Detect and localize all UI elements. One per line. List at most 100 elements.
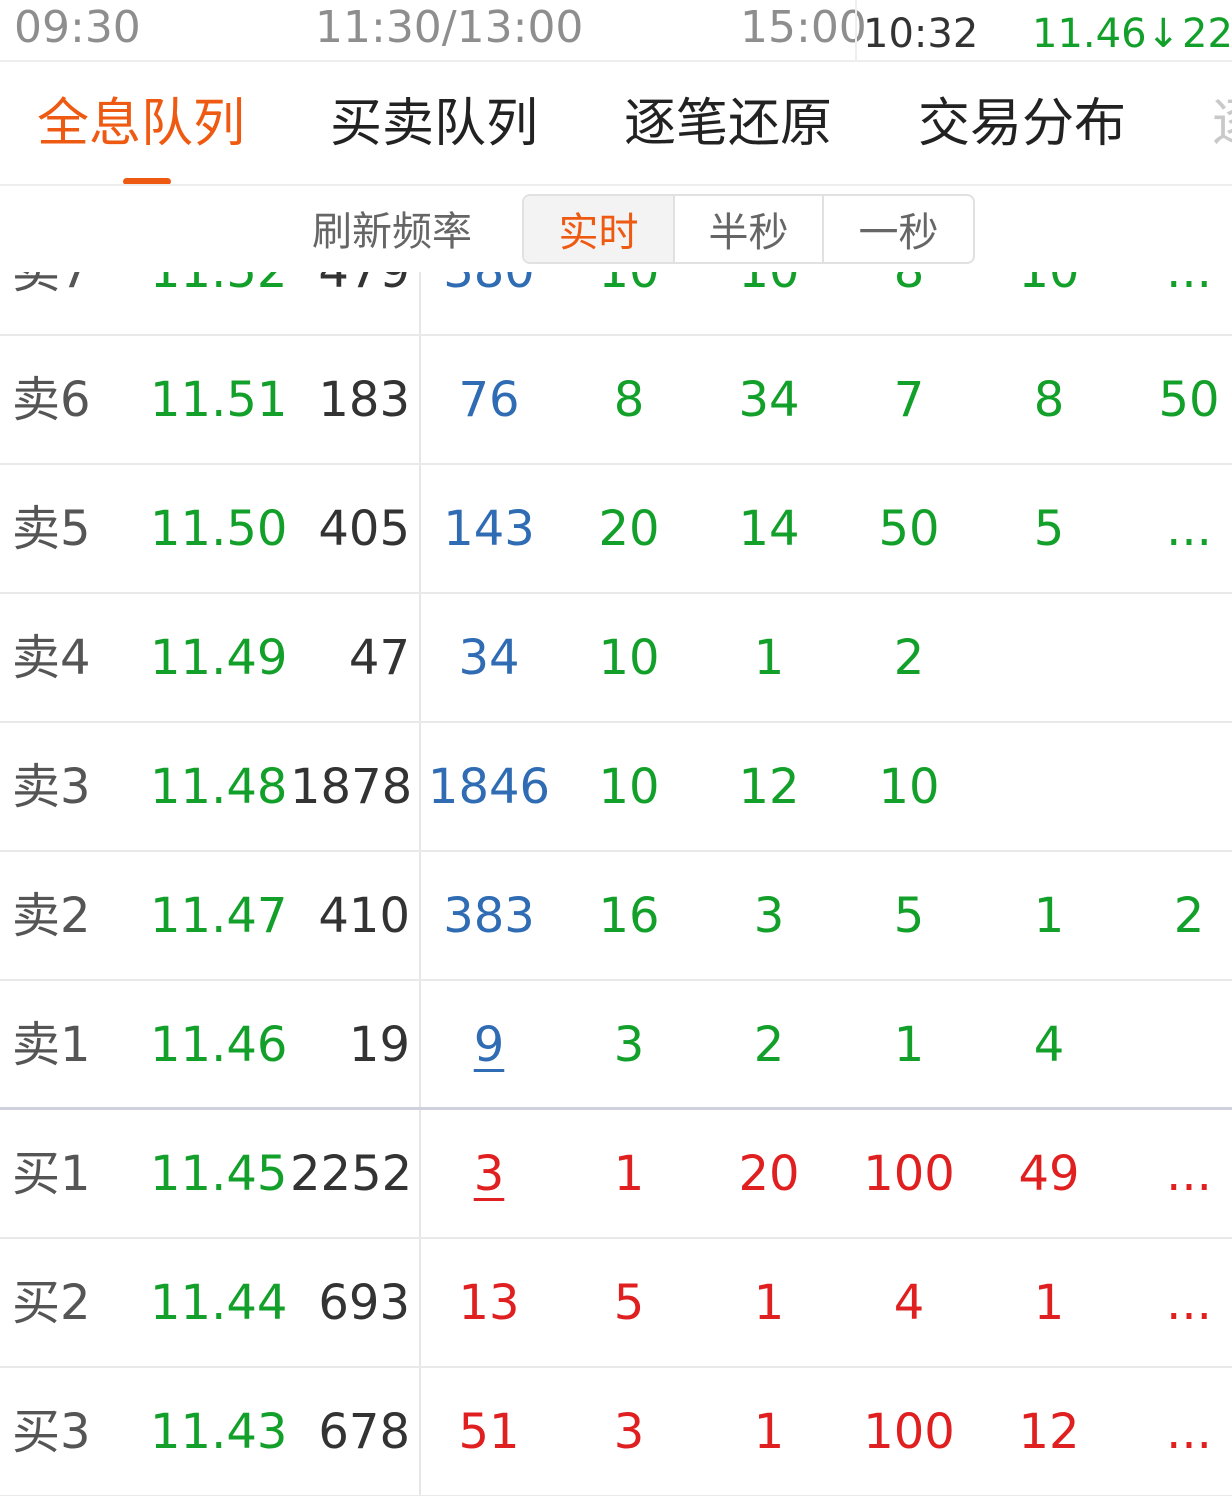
queue-order[interactable]: 143	[419, 465, 559, 594]
ask-row-6[interactable]: 卖6 11.51 183 76 8 34 7 8 50	[0, 336, 1232, 465]
tab-bar: 全息队列 买卖队列 逐笔还原 交易分布 逐	[0, 62, 1232, 186]
queue-order: 10	[598, 630, 660, 686]
refresh-rate-bar: 刷新频率 实时 半秒 一秒	[0, 186, 1232, 272]
queue-order: 2	[893, 630, 925, 686]
level-label: 卖6	[12, 372, 91, 428]
refresh-rate-label: 刷新频率	[312, 209, 472, 255]
queue-order: 10	[878, 759, 940, 815]
queue-order: 5	[1033, 501, 1065, 557]
queue-order[interactable]: 383	[419, 852, 559, 981]
level-label: 卖1	[12, 1017, 91, 1073]
queue-order: 49	[1018, 1146, 1080, 1202]
queue-order: 3	[613, 1404, 645, 1460]
ask-row-1[interactable]: 卖1 11.46 19 9 3 2 1 4	[0, 981, 1232, 1110]
bid-row-2[interactable]: 买2 11.44 693 13 5 1 4 1 ...	[0, 1239, 1232, 1368]
level-label: 卖3	[12, 759, 91, 815]
tab-tick-restore[interactable]: 逐笔还原	[624, 92, 832, 156]
queue-order: 1	[753, 630, 785, 686]
queue-order: 12	[1018, 1404, 1080, 1460]
level-price: 11.51	[150, 372, 288, 428]
tab-bid-ask-queue[interactable]: 买卖队列	[330, 92, 538, 156]
queue-order[interactable]: 3	[474, 1146, 505, 1202]
level-price: 11.45	[150, 1146, 288, 1202]
level-price: 11.50	[150, 501, 288, 557]
queue-order	[1119, 723, 1232, 852]
ask-row-3[interactable]: 卖3 11.48 1878 1846 10 12 10	[0, 723, 1232, 852]
queue-order: 34	[738, 372, 800, 428]
refresh-one-second-button[interactable]: 一秒	[824, 196, 973, 262]
queue-order[interactable]: 1846	[419, 723, 559, 852]
queue-order	[979, 723, 1119, 852]
timeline-strip: 09:30 11:30/13:00 15:00 10:32 11.46↓ 22	[0, 0, 1232, 62]
bid-row-1[interactable]: 买1 11.45 2252 3 1 20 100 49 ...	[0, 1110, 1232, 1239]
queue-order[interactable]: 51	[419, 1368, 559, 1496]
last-trade-price: 11.46↓	[1032, 11, 1181, 57]
queue-order: 14	[738, 501, 800, 557]
level-volume: 47	[348, 630, 410, 686]
queue-order: 1	[1033, 888, 1065, 944]
queue-order[interactable]: 9	[474, 1017, 505, 1073]
level-volume: 693	[318, 1275, 410, 1331]
time-tick-midday: 11:30/13:00	[315, 2, 584, 53]
queue-order-link[interactable]: 9	[419, 981, 559, 1110]
level-price: 11.46	[150, 1017, 288, 1073]
queue-more[interactable]: ...	[1119, 1110, 1232, 1239]
level-price: 11.49	[150, 630, 288, 686]
queue-order: 5	[613, 1275, 645, 1331]
queue-order: 5	[893, 888, 925, 944]
queue-more[interactable]: ...	[1119, 1239, 1232, 1368]
queue-order: 1	[1033, 1275, 1065, 1331]
level-label: 买2	[12, 1275, 91, 1331]
queue-order: 2	[753, 1017, 785, 1073]
level-price: 11.44	[150, 1275, 288, 1331]
level-label: 卖5	[12, 501, 91, 557]
queue-order: 50	[1158, 372, 1220, 428]
tab-next-partial[interactable]: 逐	[1212, 92, 1232, 156]
level-volume: 183	[318, 372, 410, 428]
time-tick-open: 09:30	[14, 2, 141, 53]
refresh-realtime-button[interactable]: 实时	[524, 196, 675, 262]
queue-order: 20	[738, 1146, 800, 1202]
level-label: 买1	[12, 1146, 91, 1202]
queue-order	[1119, 594, 1232, 723]
level-label: 卖4	[12, 630, 91, 686]
queue-order: 10	[598, 759, 660, 815]
queue-order	[1119, 981, 1232, 1110]
tab-trade-distribution[interactable]: 交易分布	[918, 92, 1126, 156]
queue-order: 3	[753, 888, 785, 944]
queue-order-link[interactable]: 3	[419, 1110, 559, 1239]
ask-row-4[interactable]: 卖4 11.49 47 34 10 1 2	[0, 594, 1232, 723]
queue-order: 1	[893, 1017, 925, 1073]
queue-order: 8	[613, 372, 645, 428]
queue-order	[979, 594, 1119, 723]
queue-order[interactable]: 34	[419, 594, 559, 723]
queue-order[interactable]: 13	[419, 1239, 559, 1368]
queue-order[interactable]: 76	[419, 336, 559, 465]
ask-row-5[interactable]: 卖5 11.50 405 143 20 14 50 5 ...	[0, 465, 1232, 594]
queue-order: 2	[1173, 888, 1205, 944]
level-price: 11.43	[150, 1404, 288, 1460]
last-trade-volume: 22	[1182, 11, 1232, 57]
order-book-table: 卖7 11.52 479 380 10 10 8 10 ... 卖6 11.51…	[0, 207, 1232, 1496]
queue-order: 1	[753, 1404, 785, 1460]
ask-row-2[interactable]: 卖2 11.47 410 383 16 3 5 1 2	[0, 852, 1232, 981]
level-label: 买3	[12, 1404, 91, 1460]
queue-order: 1	[613, 1146, 645, 1202]
level-volume: 678	[318, 1404, 410, 1460]
level-volume: 1878	[290, 759, 413, 815]
timeline-divider	[855, 0, 857, 62]
queue-order: 8	[1033, 372, 1065, 428]
refresh-half-second-button[interactable]: 半秒	[675, 196, 824, 262]
queue-order: 7	[893, 372, 925, 428]
level-volume: 2252	[290, 1146, 413, 1202]
active-tab-indicator	[123, 178, 171, 184]
level-label: 卖2	[12, 888, 91, 944]
queue-more[interactable]: ...	[1119, 1368, 1232, 1496]
queue-order: 20	[598, 501, 660, 557]
last-trade-time: 10:32	[863, 11, 979, 57]
queue-order: 4	[893, 1275, 925, 1331]
bid-row-3[interactable]: 买3 11.43 678 51 3 1 100 12 ...	[0, 1368, 1232, 1496]
tab-full-queue[interactable]: 全息队列	[37, 92, 245, 156]
queue-more[interactable]: ...	[1119, 465, 1232, 594]
level-volume: 19	[348, 1017, 410, 1073]
